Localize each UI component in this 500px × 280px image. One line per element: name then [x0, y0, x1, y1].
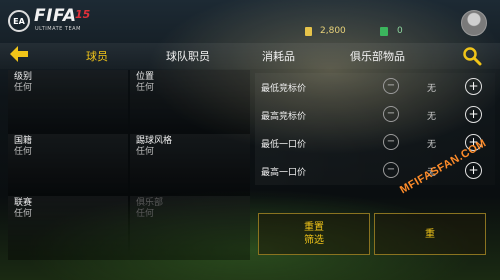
- price-row-max-bid: 最高竞标价 − 无 +: [255, 101, 495, 129]
- filter-value: 任何: [136, 209, 155, 219]
- decrease-button[interactable]: −: [383, 106, 399, 122]
- points-icon: [380, 26, 388, 36]
- decrease-button[interactable]: −: [383, 162, 399, 178]
- filter-value: 任何: [14, 209, 33, 219]
- logo-subtitle: ULTIMATE TEAM: [35, 26, 81, 32]
- filter-label: 踢球风格: [136, 136, 173, 146]
- decrease-button[interactable]: −: [383, 78, 399, 94]
- price-label: 最低竞标价: [261, 84, 307, 94]
- filter-league[interactable]: 联赛 任何: [8, 196, 128, 258]
- reset-filters-button[interactable]: 重置 筛选: [258, 213, 370, 255]
- filter-label: 位置: [136, 72, 155, 82]
- filter-label: 俱乐部: [136, 198, 164, 208]
- ea-sports-badge: EA: [8, 10, 30, 32]
- increase-button[interactable]: +: [465, 78, 482, 95]
- tab-players[interactable]: 球员: [86, 48, 108, 64]
- filter-label: 国籍: [14, 136, 33, 146]
- filter-quality[interactable]: 级别 任何: [8, 70, 128, 132]
- filter-label: 联赛: [14, 198, 33, 208]
- filter-value: 任何: [14, 83, 33, 93]
- filter-panel: 级别 任何 位置 任何 国籍 任何 踢球风格 任何 联赛 任何 俱乐部 任何: [8, 70, 250, 260]
- price-label: 最高一口价: [261, 168, 307, 178]
- logo-brand: FIFA: [34, 6, 77, 26]
- price-value: 无: [427, 140, 437, 150]
- nav-bar: 球员 球队职员 消耗品 俱乐部物品: [0, 43, 500, 69]
- filter-value: 任何: [14, 147, 33, 157]
- filter-nationality[interactable]: 国籍 任何: [8, 134, 128, 196]
- logo-edition: 15: [75, 8, 91, 21]
- points-value: 0: [397, 26, 403, 36]
- search-button[interactable]: 重: [374, 213, 486, 255]
- filter-value: 任何: [136, 83, 155, 93]
- decrease-button[interactable]: −: [383, 134, 399, 150]
- increase-button[interactable]: +: [465, 106, 482, 123]
- filter-value: 任何: [136, 147, 155, 157]
- fifa-ut-logo: EA FIFA 15 ULTIMATE TEAM: [8, 6, 90, 36]
- price-row-min-bid: 最低竞标价 − 无 +: [255, 73, 495, 101]
- tab-staff[interactable]: 球队职员: [166, 48, 210, 64]
- tab-consumables[interactable]: 消耗品: [262, 48, 295, 64]
- price-value: 无: [427, 112, 437, 122]
- filter-club: 俱乐部 任何: [130, 196, 250, 258]
- price-label: 最高竞标价: [261, 112, 307, 122]
- back-arrow-icon[interactable]: [8, 45, 32, 65]
- currency-display: 2,800 0: [305, 24, 403, 38]
- coins-value: 2,800: [320, 26, 346, 36]
- filter-label: 级别: [14, 72, 33, 82]
- filter-play-style[interactable]: 踢球风格 任何: [130, 134, 250, 196]
- filter-position[interactable]: 位置 任何: [130, 70, 250, 132]
- user-avatar-icon[interactable]: [461, 10, 487, 36]
- price-value: 无: [427, 84, 437, 94]
- tab-club-items[interactable]: 俱乐部物品: [350, 48, 405, 64]
- price-label: 最低一口价: [261, 140, 307, 150]
- top-bar: EA FIFA 15 ULTIMATE TEAM 2,800 0: [0, 0, 500, 40]
- search-icon[interactable]: [462, 46, 484, 66]
- coin-icon: [305, 26, 312, 36]
